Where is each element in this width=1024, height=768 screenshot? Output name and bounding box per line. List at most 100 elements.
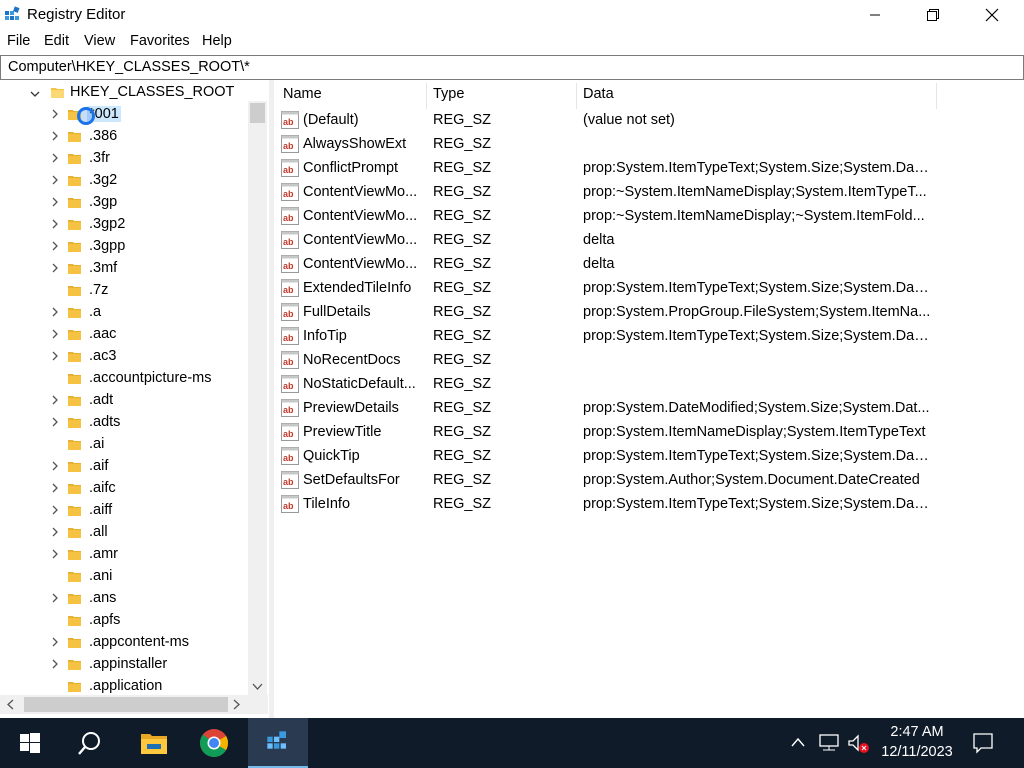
value-row[interactable]: ab QuickTip REG_SZ prop:System.ItemTypeText…	[275, 444, 1015, 468]
tree-item[interactable]: .aif	[0, 456, 248, 478]
chevron-right-icon[interactable]	[49, 328, 61, 340]
scroll-down-icon[interactable]	[252, 681, 263, 692]
value-row[interactable]: ab NoRecentDocs REG_SZ	[275, 348, 1015, 372]
tree-item[interactable]: .all	[0, 522, 248, 544]
tree-item[interactable]: .appcontent-ms	[0, 632, 248, 654]
chevron-right-icon[interactable]	[49, 394, 61, 406]
tree-item[interactable]: .amr	[0, 544, 248, 566]
chevron-right-icon[interactable]	[49, 592, 61, 604]
value-row[interactable]: ab PreviewDetails REG_SZ prop:System.DateMo…	[275, 396, 1015, 420]
tree-item[interactable]: .ani	[0, 566, 248, 588]
scroll-right-icon[interactable]	[231, 699, 242, 710]
chevron-up-icon[interactable]	[790, 736, 806, 748]
value-row[interactable]: ab PreviewTitle REG_SZ prop:System.ItemName…	[275, 420, 1015, 444]
minimize-button[interactable]	[852, 0, 898, 30]
chevron-right-icon[interactable]	[49, 460, 61, 472]
tree-vertical-scrollbar[interactable]	[248, 101, 267, 695]
chevron-right-icon[interactable]	[49, 196, 61, 208]
chevron-right-icon[interactable]	[49, 218, 61, 230]
value-row[interactable]: ab ContentViewMo... REG_SZ delta	[275, 252, 1015, 276]
chevron-right-icon[interactable]	[49, 350, 61, 362]
tree-item[interactable]: .apfs	[0, 610, 248, 632]
column-header-data[interactable]: Data	[583, 86, 614, 102]
value-row[interactable]: ab TileInfo REG_SZ prop:System.ItemTypeText…	[275, 492, 1015, 516]
values-list[interactable]: Name Type Data ab (Default) REG_SZ (value n…	[275, 80, 1024, 718]
column-divider[interactable]	[576, 83, 577, 109]
menu-help[interactable]: Help	[202, 33, 232, 49]
value-row[interactable]: ab ContentViewMo... REG_SZ delta	[275, 228, 1015, 252]
tree-item[interactable]: .3gpp	[0, 236, 248, 258]
chevron-right-icon[interactable]	[49, 306, 61, 318]
value-row[interactable]: ab ConflictPrompt REG_SZ prop:System.ItemTy…	[275, 156, 1015, 180]
maximize-button[interactable]	[910, 0, 956, 30]
chevron-down-icon[interactable]	[29, 88, 41, 100]
file-explorer-button[interactable]	[124, 718, 184, 768]
pane-splitter[interactable]	[269, 80, 274, 718]
chevron-right-icon[interactable]	[49, 658, 61, 670]
chevron-right-icon[interactable]	[49, 504, 61, 516]
chevron-right-icon[interactable]	[49, 548, 61, 560]
tree-item[interactable]: .7z	[0, 280, 248, 302]
search-button[interactable]	[60, 718, 120, 768]
value-row[interactable]: ab AlwaysShowExt REG_SZ	[275, 132, 1015, 156]
registry-editor-taskbar-button[interactable]	[248, 718, 308, 768]
chevron-right-icon[interactable]	[49, 636, 61, 648]
menu-file[interactable]: File	[7, 33, 30, 49]
scroll-left-icon[interactable]	[5, 699, 16, 710]
tree-horizontal-scrollbar[interactable]	[0, 695, 268, 714]
tree-item[interactable]: .ai	[0, 434, 248, 456]
address-bar[interactable]: Computer\HKEY_CLASSES_ROOT\*	[0, 55, 1024, 80]
tree-item[interactable]: .3fr	[0, 148, 248, 170]
chevron-right-icon[interactable]	[49, 482, 61, 494]
value-row[interactable]: ab ContentViewMo... REG_SZ prop:~System.Ite…	[275, 180, 1015, 204]
tree-item[interactable]: .adts	[0, 412, 248, 434]
tree-root-hkcr[interactable]: HKEY_CLASSES_ROOT	[0, 82, 248, 104]
menu-edit[interactable]: Edit	[44, 33, 69, 49]
tree-item[interactable]: .accountpicture-ms	[0, 368, 248, 390]
value-row[interactable]: ab SetDefaultsFor REG_SZ prop:System.Author…	[275, 468, 1015, 492]
start-button[interactable]	[0, 718, 60, 768]
menu-view[interactable]: View	[84, 33, 115, 49]
chevron-right-icon[interactable]	[49, 416, 61, 428]
chevron-right-icon[interactable]	[49, 152, 61, 164]
tree-item[interactable]: .3gp	[0, 192, 248, 214]
tree-item[interactable]: .386	[0, 126, 248, 148]
close-button[interactable]	[969, 0, 1015, 30]
system-clock[interactable]: 2:47 AM 12/11/2023	[872, 722, 962, 762]
value-row[interactable]: ab NoStaticDefault... REG_SZ	[275, 372, 1015, 396]
tree-item[interactable]: .ac3	[0, 346, 248, 368]
tree-item[interactable]: .aiff	[0, 500, 248, 522]
tree-item[interactable]: .aac	[0, 324, 248, 346]
chevron-right-icon[interactable]	[49, 174, 61, 186]
value-row[interactable]: ab InfoTip REG_SZ prop:System.ItemTypeText;…	[275, 324, 1015, 348]
tree-item[interactable]: .aifc	[0, 478, 248, 500]
tree-item[interactable]: .3g2	[0, 170, 248, 192]
value-row[interactable]: ab FullDetails REG_SZ prop:System.PropGroup…	[275, 300, 1015, 324]
network-icon[interactable]	[818, 734, 840, 752]
chevron-right-icon[interactable]	[49, 130, 61, 142]
scroll-thumb[interactable]	[250, 103, 265, 123]
h-scroll-thumb[interactable]	[24, 697, 228, 712]
tree-item[interactable]: .ans	[0, 588, 248, 610]
key-tree[interactable]: HKEY_CLASSES_ROOT *001 .386 .3fr .3g2 .3gp .3…	[0, 80, 270, 718]
tree-item[interactable]: .appinstaller	[0, 654, 248, 676]
value-row[interactable]: ab (Default) REG_SZ (value not set)	[275, 108, 1015, 132]
column-divider[interactable]	[426, 83, 427, 109]
tree-item[interactable]: *001	[0, 104, 248, 126]
chevron-right-icon[interactable]	[49, 526, 61, 538]
tree-item[interactable]: .3gp2	[0, 214, 248, 236]
column-header-name[interactable]: Name	[283, 86, 322, 102]
notification-icon[interactable]	[972, 732, 994, 754]
chevron-right-icon[interactable]	[49, 262, 61, 274]
tree-item[interactable]: .3mf	[0, 258, 248, 280]
column-divider[interactable]	[936, 83, 937, 109]
chrome-button[interactable]	[184, 718, 244, 768]
tree-item[interactable]: .a	[0, 302, 248, 324]
column-header-type[interactable]: Type	[433, 86, 464, 102]
volume-muted-icon[interactable]	[847, 734, 871, 754]
tree-item[interactable]: .adt	[0, 390, 248, 412]
value-row[interactable]: ab ExtendedTileInfo REG_SZ prop:System.Item…	[275, 276, 1015, 300]
chevron-right-icon[interactable]	[49, 240, 61, 252]
menu-favorites[interactable]: Favorites	[130, 33, 190, 49]
value-row[interactable]: ab ContentViewMo... REG_SZ prop:~System.Ite…	[275, 204, 1015, 228]
